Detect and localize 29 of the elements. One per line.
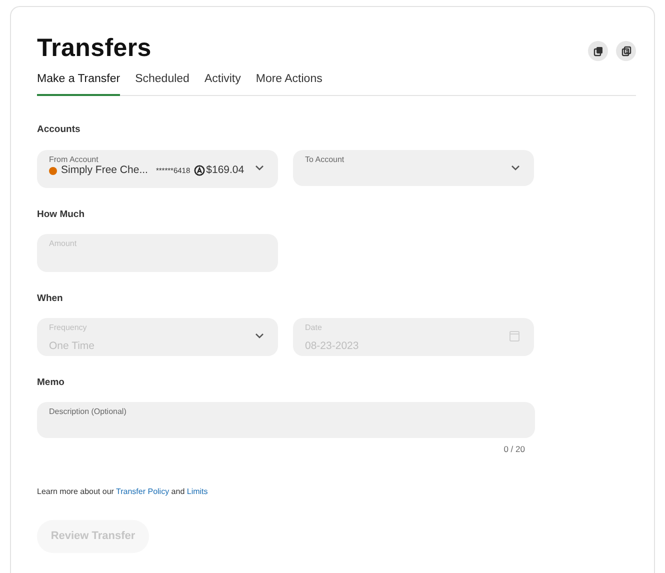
select-field[interactable]: To Account	[293, 150, 534, 186]
field-label: From Account	[49, 154, 100, 164]
page-title: Transfers	[37, 33, 152, 63]
section-heading: Memo	[37, 376, 66, 390]
tab[interactable]: Scheduled	[135, 71, 190, 96]
field-label: Description (Optional)	[49, 407, 128, 417]
section-heading: Accounts	[37, 123, 82, 138]
chevron-down-icon	[255, 333, 264, 339]
account-balance: $169.04	[206, 164, 244, 178]
field-label: To Account	[305, 154, 346, 164]
policy-note: Learn more about our Transfer Policy and Limits	[37, 486, 209, 498]
calendar-icon	[509, 330, 520, 342]
tab[interactable]: Make a Transfer	[37, 71, 120, 96]
section-heading: How Much	[37, 208, 86, 222]
link[interactable]: Limits	[186, 487, 208, 496]
chevron-down-icon	[511, 164, 520, 170]
tab[interactable]: More Actions	[256, 71, 322, 96]
character-counter: 0 / 20	[502, 443, 525, 456]
chevron-down-icon	[255, 164, 264, 170]
tab[interactable]: Activity	[204, 71, 241, 96]
copy-button[interactable]	[588, 41, 608, 61]
copy-icon	[592, 46, 604, 56]
section-heading: When	[37, 292, 64, 306]
account-name: Simply Free Che...	[61, 164, 148, 178]
link[interactable]: Transfer Policy	[116, 487, 170, 496]
balance-icon	[194, 165, 206, 176]
document-button[interactable]	[616, 41, 636, 61]
description-field[interactable]: Description (Optional)	[37, 402, 535, 438]
document-icon	[620, 46, 632, 56]
